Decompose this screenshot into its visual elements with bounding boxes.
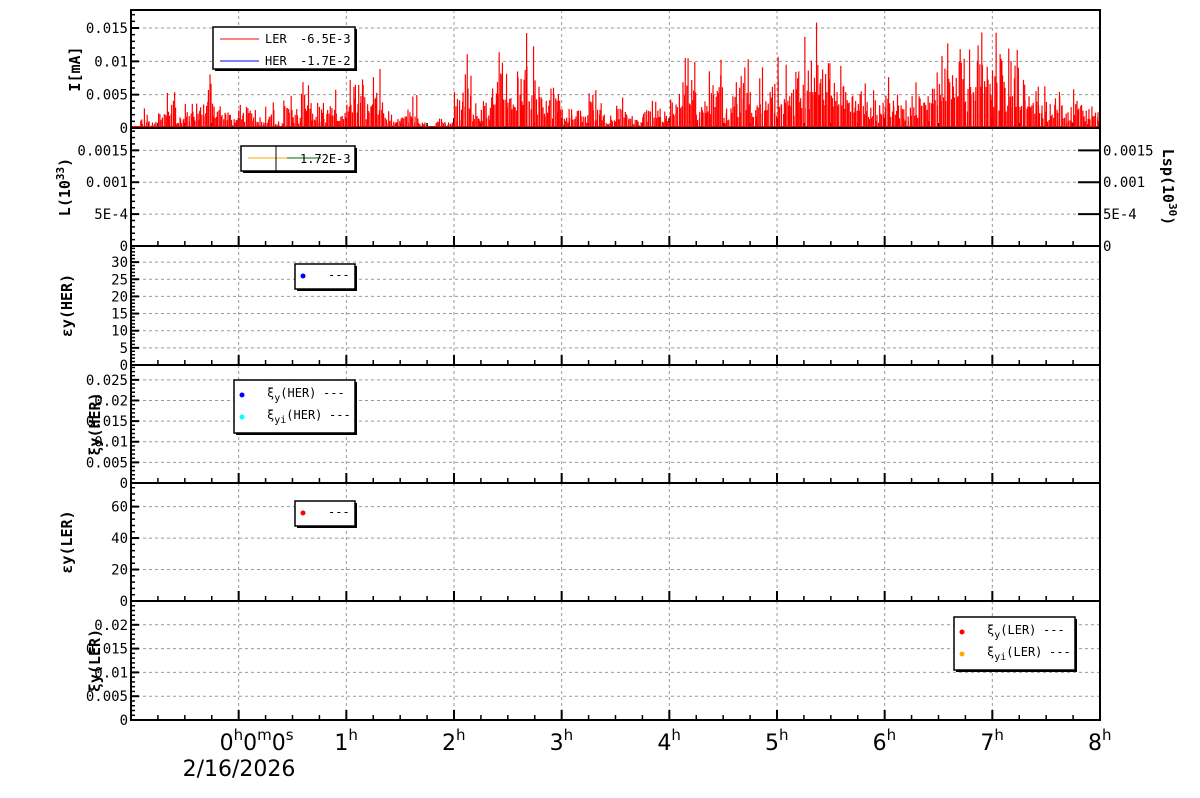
panel-6: 00.0050.010.0150.02ξy(LER): [86, 600, 1101, 729]
legend-box-2: 1.72E-3: [240, 145, 357, 173]
y-tick-label: 20: [111, 563, 128, 579]
legend-value: ---: [1049, 645, 1071, 659]
x-tick-label: 7h: [980, 726, 1004, 756]
legend-marker: [959, 651, 965, 657]
y-tick-label: 0: [120, 358, 128, 374]
y-tick-label: 0.0015: [77, 143, 128, 159]
y-tick-label: 0: [120, 594, 128, 610]
y-tick-label: 20: [111, 289, 128, 305]
legend-marker: [959, 629, 965, 635]
x-tick-label: 2h: [442, 726, 466, 756]
y-tick-label: 0: [120, 121, 128, 137]
y-tick-label: 0: [120, 713, 128, 729]
right-tick-label: 5E-4: [1103, 207, 1137, 223]
legend-value: 1.72E-3: [300, 152, 351, 166]
y-tick-label: 0.01: [94, 54, 128, 70]
x-tick-label: 4h: [657, 726, 681, 756]
y-tick-label: 5: [120, 341, 128, 357]
x-tick-label: 5h: [765, 726, 789, 756]
y-tick-label: 0: [120, 476, 128, 492]
legend-value: ---: [328, 505, 350, 519]
panel-frame: [130, 482, 1101, 602]
right-tick-label: 0.0015: [1103, 143, 1154, 159]
right-axis-label: Lsp(1030): [1159, 149, 1179, 225]
y-tick-label: 0.005: [86, 455, 128, 471]
y-tick-label: 30: [111, 255, 128, 271]
y-axis-label: ξy(LER): [86, 629, 104, 692]
y-axis-label: I[mA]: [66, 46, 84, 91]
y-tick-label: 40: [111, 531, 128, 547]
panel-frame: [130, 245, 1101, 366]
trend-chart: 0 0.005 0.01 0.015I[mA] 0 0 5E-4 5E-4 0.001 0.001…: [54, 9, 1179, 782]
y-tick-label: 0.005: [86, 88, 128, 104]
legend-marker: [300, 273, 306, 279]
x-tick-label: 6h: [873, 726, 897, 756]
y-tick-label: 15: [111, 307, 128, 323]
right-tick-label: 0: [1103, 239, 1111, 255]
legend-name: LER: [265, 32, 287, 46]
x-axis-date: 2/16/2026: [183, 757, 296, 782]
legend-marker: [239, 392, 245, 398]
y-tick-label: 0: [120, 239, 128, 255]
y-tick-label: 25: [111, 272, 128, 288]
right-tick-label: 0.001: [1103, 175, 1145, 191]
x-tick-label: 0h0m0s: [220, 726, 294, 756]
legend-value: ---: [329, 408, 351, 422]
legend-value: ---: [328, 268, 350, 282]
legend-marker: [300, 510, 306, 516]
legend-value: -1.7E-2: [300, 54, 351, 68]
panel-3: 051015 202530 εy(HER): [58, 245, 1101, 374]
y-tick-label: 0.025: [86, 373, 128, 389]
y-tick-label: 0.001: [86, 175, 128, 191]
legend-box-4: ξy(HER) ---ξyi(HER) ---: [233, 379, 357, 435]
y-tick-label: 5E-4: [94, 207, 128, 223]
y-axis-label: εy(LER): [58, 510, 76, 573]
legend-box-1: LER -6.5E-3 HER -1.7E-2: [212, 26, 357, 71]
panel-5: 0 20 40 60 εy(LER): [58, 482, 1101, 610]
x-tick-label: 1h: [334, 726, 358, 756]
legend-value: ---: [1043, 623, 1065, 637]
y-tick-label: 0.015: [86, 21, 128, 37]
x-tick-label: 3h: [550, 726, 574, 756]
legend-value: ---: [323, 386, 345, 400]
y-axis-label: εy(HER): [58, 274, 76, 337]
legend-name: HER: [265, 54, 287, 68]
legend-box-6: ξy(LER) ---ξyi(LER) ---: [953, 616, 1077, 672]
legend-box-3: ---: [294, 263, 357, 291]
legend-value: -6.5E-3: [300, 32, 351, 46]
x-tick-label: 8h: [1088, 726, 1112, 756]
legend-marker: [239, 414, 245, 420]
y-tick-label: 10: [111, 324, 128, 340]
y-tick-label: 60: [111, 500, 128, 516]
y-axis-label: L(1033): [54, 158, 74, 216]
y-axis-label: ξy(HER): [86, 392, 104, 455]
legend-box-5: ---: [294, 500, 357, 528]
panel-2: 0 05E-4 5E-40.001 0.0010.0015 0.0015L(1033) L…: [54, 127, 1179, 255]
